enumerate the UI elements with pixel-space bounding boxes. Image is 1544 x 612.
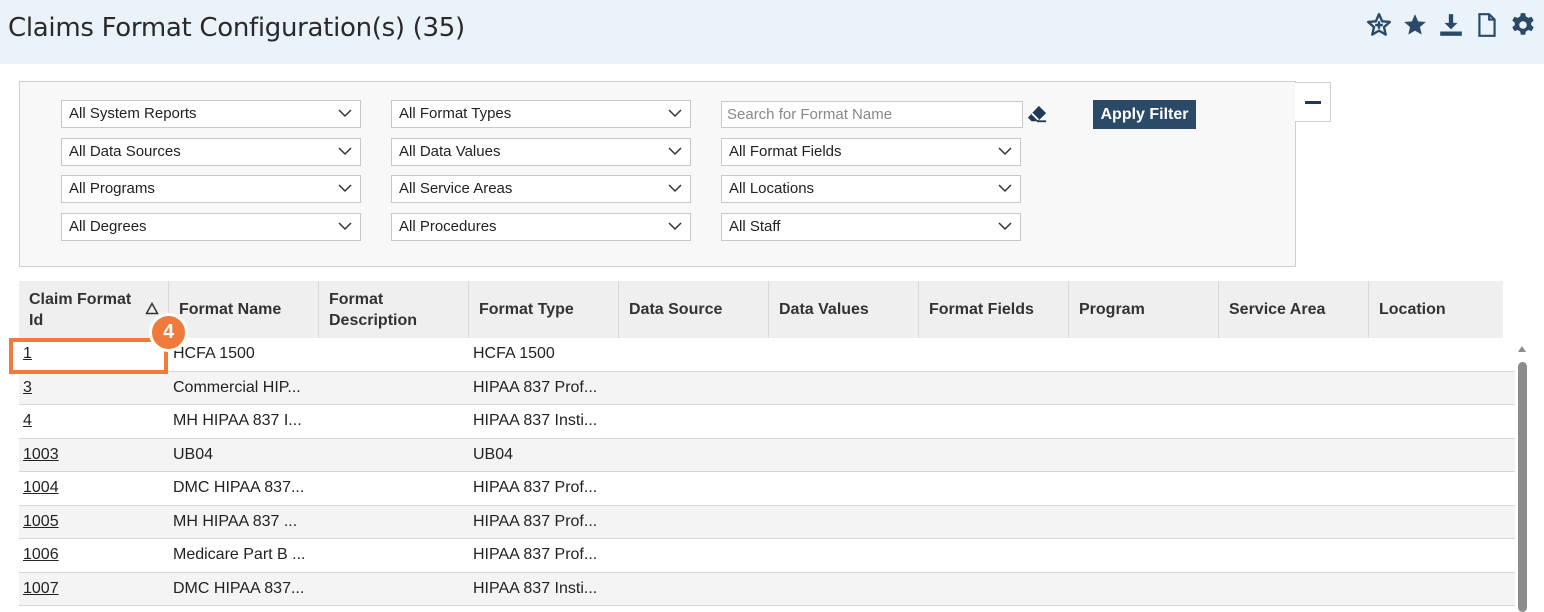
chevron-down-icon [668, 222, 682, 231]
page-header: Claims Format Configuration(s) (35) [0, 0, 1544, 64]
format-fields-select[interactable]: All Format Fields [721, 138, 1021, 166]
table-row: 1004 DMC HIPAA 837... HIPAA 837 Prof... [19, 472, 1515, 506]
chevron-down-icon [998, 184, 1012, 193]
column-header-format-description[interactable]: Format Description [319, 281, 469, 338]
format-type-cell: HIPAA 837 Prof... [473, 378, 598, 396]
table-row: 1007 DMC HIPAA 837... HIPAA 837 Insti... [19, 572, 1515, 606]
chevron-down-icon [338, 109, 352, 118]
column-header-service-area[interactable]: Service Area [1219, 281, 1369, 338]
claim-format-id-link[interactable]: 1004 [23, 479, 59, 496]
format-name-cell: HCFA 1500 [173, 345, 255, 363]
format-type-cell: HIPAA 837 Prof... [473, 546, 598, 564]
chevron-down-icon [668, 147, 682, 156]
gear-icon[interactable] [1510, 12, 1536, 38]
format-type-cell: HIPAA 837 Insti... [473, 412, 598, 430]
sort-ascending-icon[interactable] [145, 302, 159, 315]
chevron-down-icon [338, 222, 352, 231]
procedures-select[interactable]: All Procedures [391, 213, 691, 241]
column-header-data-source[interactable]: Data Source [619, 281, 769, 338]
format-name-cell: DMC HIPAA 837... [173, 479, 305, 497]
format-type-cell: HIPAA 837 Prof... [473, 479, 598, 497]
minus-icon [1304, 100, 1321, 104]
service-areas-select[interactable]: All Service Areas [391, 175, 691, 203]
format-name-cell: Commercial HIP... [173, 378, 301, 396]
claim-format-id-link[interactable]: 1003 [23, 446, 59, 463]
scrollbar-thumb[interactable] [1518, 362, 1527, 612]
claim-format-id-link[interactable]: 1007 [23, 580, 59, 597]
column-header-program[interactable]: Program [1069, 281, 1219, 338]
format-name-cell: MH HIPAA 837 I... [173, 412, 302, 430]
grid-body: 1 HCFA 1500 HCFA 1500 3 Commercial HIP..… [19, 338, 1515, 606]
column-header-format-type[interactable]: Format Type [469, 281, 619, 338]
chevron-down-icon [668, 109, 682, 118]
format-type-cell: HIPAA 837 Insti... [473, 579, 598, 597]
chevron-down-icon [338, 184, 352, 193]
table-row: 1003 UB04 UB04 [19, 438, 1515, 472]
chevron-down-icon [998, 147, 1012, 156]
collapse-filter-button[interactable] [1295, 82, 1331, 122]
claim-format-id-link[interactable]: 4 [23, 412, 32, 429]
column-header-format-fields[interactable]: Format Fields [919, 281, 1069, 338]
locations-select[interactable]: All Locations [721, 175, 1021, 203]
claim-format-id-link[interactable]: 1005 [23, 513, 59, 530]
table-row: 3 Commercial HIP... HIPAA 837 Prof... [19, 371, 1515, 405]
download-icon[interactable] [1438, 12, 1464, 38]
column-header-claim-format-id[interactable]: Claim Format Id [19, 281, 169, 338]
table-row: 4 MH HIPAA 837 I... HIPAA 837 Insti... [19, 405, 1515, 439]
eraser-icon[interactable] [1026, 104, 1048, 124]
column-header-data-values[interactable]: Data Values [769, 281, 919, 338]
star-icon[interactable] [1402, 12, 1428, 38]
format-name-cell: MH HIPAA 837 ... [173, 512, 298, 530]
claim-format-id-link[interactable]: 1 [23, 345, 32, 362]
system-reports-select[interactable]: All System Reports [61, 100, 361, 128]
step-number-badge: 4 [149, 313, 188, 352]
claim-format-id-link[interactable]: 1006 [23, 546, 59, 563]
format-name-cell: DMC HIPAA 837... [173, 579, 305, 597]
header-toolbar [1366, 12, 1536, 38]
scroll-up-arrow-icon[interactable] [1517, 345, 1527, 353]
document-icon[interactable] [1474, 12, 1500, 38]
apply-filter-button[interactable]: Apply Filter [1093, 100, 1196, 129]
favorite-add-icon[interactable] [1366, 12, 1392, 38]
chevron-down-icon [998, 222, 1012, 231]
format-name-cell: Medicare Part B ... [173, 546, 306, 564]
grid-header: Claim Format Id Format Name Format Descr… [19, 281, 1503, 338]
table-row: 1 HCFA 1500 HCFA 1500 [19, 338, 1515, 372]
data-sources-select[interactable]: All Data Sources [61, 138, 361, 166]
page-title: Claims Format Configuration(s) (35) [8, 13, 465, 43]
chevron-down-icon [338, 147, 352, 156]
format-types-select[interactable]: All Format Types [391, 100, 691, 128]
format-name-cell: UB04 [173, 445, 214, 463]
column-header-format-name[interactable]: Format Name [169, 281, 319, 338]
format-name-search-input[interactable] [721, 101, 1023, 128]
programs-select[interactable]: All Programs [61, 175, 361, 203]
format-type-cell: HCFA 1500 [473, 345, 555, 363]
claim-format-id-link[interactable]: 3 [23, 379, 32, 396]
staff-select[interactable]: All Staff [721, 213, 1021, 241]
column-header-location[interactable]: Location [1369, 281, 1503, 338]
table-row: 1006 Medicare Part B ... HIPAA 837 Prof.… [19, 539, 1515, 573]
degrees-select[interactable]: All Degrees [61, 213, 361, 241]
chevron-down-icon [668, 184, 682, 193]
data-values-select[interactable]: All Data Values [391, 138, 691, 166]
format-type-cell: HIPAA 837 Prof... [473, 512, 598, 530]
table-row: 1005 MH HIPAA 837 ... HIPAA 837 Prof... [19, 505, 1515, 539]
format-type-cell: UB04 [473, 445, 514, 463]
